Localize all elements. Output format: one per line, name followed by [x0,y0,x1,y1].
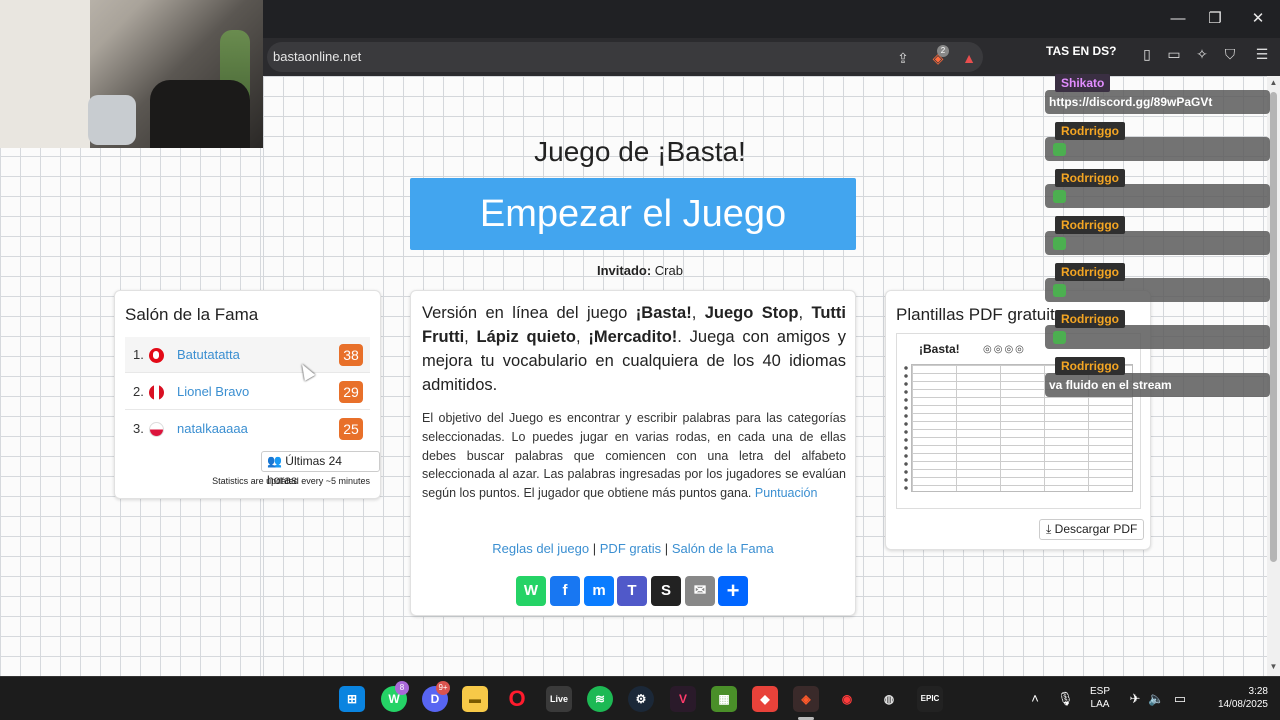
menu-icon[interactable]: ☰ [1253,45,1271,63]
shield-count-badge: 2 [937,45,949,57]
clock-time: 3:28 [1248,686,1268,697]
chat-header: TAS EN DS? [1046,44,1117,58]
battery-icon[interactable]: ▭ [1172,691,1188,707]
valorant-app-icon[interactable]: V [670,686,696,712]
chat-message: va fluido en el stream [1045,373,1270,397]
chat-message [1045,184,1270,208]
opera-app-icon[interactable]: O [504,686,530,712]
discord-badge: 9+ [436,681,450,695]
minimize-button[interactable]: — [1158,6,1198,32]
volume-icon[interactable]: 🔈 [1148,691,1164,707]
chat-emote-icon [1053,331,1066,345]
file-explorer-icon[interactable]: ▬ [462,686,488,712]
webcam-overlay [0,0,263,148]
chat-message [1045,278,1270,302]
chat-username: Rodrriggo [1055,310,1125,328]
scroll-up-icon[interactable]: ▲ [1269,78,1278,87]
brave-rewards-icon[interactable]: ▲ [960,49,978,67]
start-game-button[interactable]: Empezar el Juego [410,178,856,250]
url-field[interactable]: bastaonline.net ⇪ ◈ 2 ▲ [267,42,983,72]
chat-username: Rodrriggo [1055,122,1125,140]
close-window-button[interactable]: ✕ [1238,6,1278,32]
chat-message [1045,325,1270,349]
chat-username: Rodrriggo [1055,263,1125,281]
brave-app-icon[interactable]: ◈ [793,686,819,712]
anydesk-app-icon[interactable]: ◆ [752,686,778,712]
language-indicator[interactable]: ESP LAA [1086,685,1114,711]
vpn-icon[interactable]: ⛉ [1221,45,1239,63]
chat-emote-icon [1053,237,1066,251]
page-left-area [0,148,263,676]
sidebar-toggle-icon[interactable]: ▯ [1138,45,1156,63]
chat-emote-icon [1053,190,1066,204]
chat-username: Rodrriggo [1055,169,1125,187]
share-page-icon[interactable]: ⇪ [894,49,912,67]
chat-emote-icon [1053,284,1066,298]
chat-emote-icon [1053,143,1066,157]
airplane-mode-icon[interactable]: ✈ [1127,691,1143,707]
clock-date: 14/08/2025 [1217,699,1268,710]
microphone-icon[interactable]: 🎙 [1057,691,1074,707]
minecraft-app-icon[interactable]: ▦ [711,686,737,712]
address-bar-row: bastaonline.net ⇪ ◈ 2 ▲ ▯ ▭ ✧ ⛉ ☰ [263,38,1280,76]
chat-message [1045,137,1270,161]
scroll-down-icon[interactable]: ▼ [1269,662,1278,671]
chat-message: https://discord.gg/89wPaGVt [1045,90,1270,114]
recorder-app-icon[interactable]: ◉ [834,686,860,712]
spotify-app-icon[interactable]: ≋ [587,686,613,712]
chat-username: Rodrriggo [1055,216,1125,234]
language-bottom: LAA [1090,699,1110,710]
leo-icon[interactable]: ✧ [1193,45,1211,63]
chat-username: Rodrriggo [1055,357,1125,375]
windows-start-icon[interactable]: ⊞ [339,686,365,712]
chat-username: Shikato [1055,74,1111,92]
clock[interactable]: 3:28 14/08/2025 [1196,685,1268,711]
steam-app-icon[interactable]: ⚙ [628,686,654,712]
chat-message [1045,231,1270,255]
url-text: bastaonline.net [273,49,362,64]
maximize-button[interactable]: ❐ [1195,6,1235,32]
live-app-icon[interactable]: Live [546,686,572,712]
tray-chevron-up-icon[interactable]: ˄ [1027,691,1043,707]
epic-games-icon[interactable]: EPIC [917,686,943,712]
scroll-thumb[interactable] [1270,92,1277,562]
whatsapp-badge: 8 [395,681,409,695]
language-top: ESP [1089,686,1110,697]
obs-app-icon[interactable]: ◍ [876,686,902,712]
windows-taskbar: ⊞ W 8 D 9+ ▬ O Live ≋ ⚙ V ▦ ◆ ◈ ◉ ◍ EPIC… [0,676,1280,720]
wallet-icon[interactable]: ▭ [1165,45,1183,63]
